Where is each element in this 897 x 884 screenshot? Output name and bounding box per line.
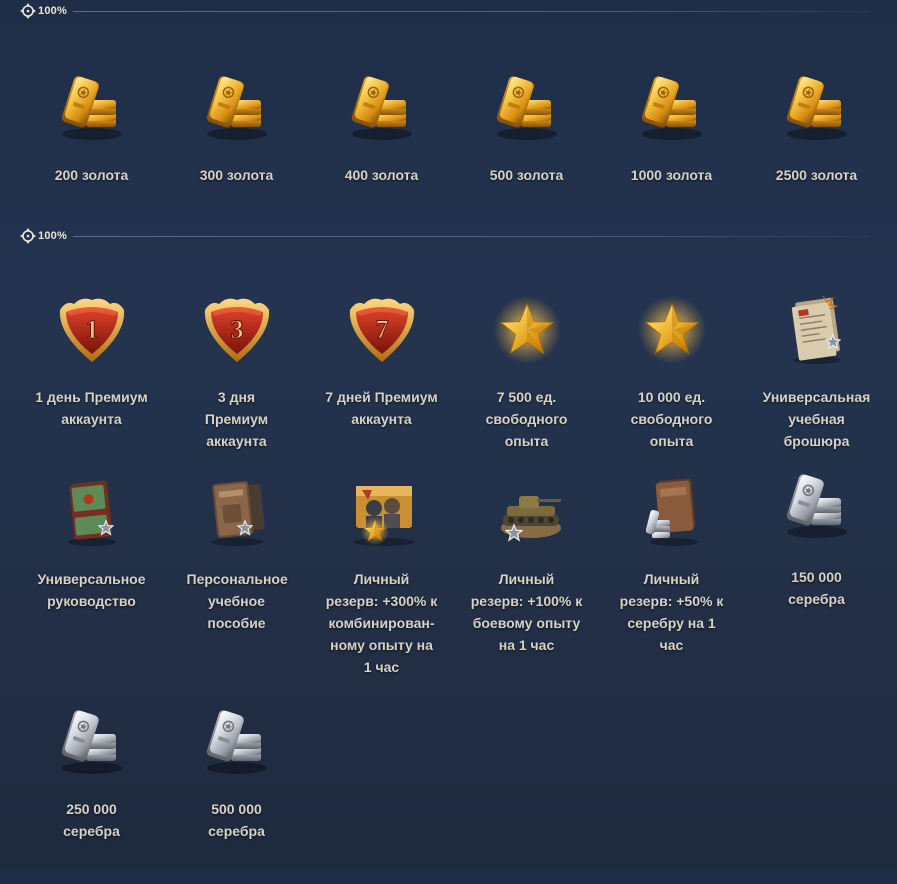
section-divider — [72, 235, 870, 237]
crosshair-icon — [20, 3, 36, 19]
crew-xp-reserve-icon — [342, 472, 422, 552]
reward-label: Персональное учебное пособие — [186, 571, 288, 631]
gold-bars-icon — [342, 68, 422, 148]
reward-item-free-xp-10000[interactable]: 10 000 ед. свободного опыта — [599, 290, 744, 472]
rewards-grid: 1 1 день Премиум аккаунта 3 3 дня Премиу… — [19, 290, 889, 884]
section-header-gold: 100% — [20, 3, 870, 19]
training-guide-icon — [52, 472, 132, 552]
reward-label: 1000 золота — [630, 167, 713, 183]
section-percent: 100% — [38, 5, 67, 17]
gold-bars-icon — [197, 68, 277, 148]
credits-reserve-icon — [632, 472, 712, 552]
section-header-rewards: 100% — [20, 228, 870, 244]
reward-item-battle-xp-reserve[interactable]: Личный резерв: +100% к боевому опыту на … — [454, 472, 599, 702]
reward-label: 10 000 ед. свободного опыта — [630, 389, 713, 449]
reward-item-premium-7-days[interactable]: 7 7 дней Премиум аккаунта — [309, 290, 454, 472]
reward-label: 3 дня Премиум аккаунта — [204, 389, 269, 449]
reward-label: Личный резерв: +50% к серебру на 1 час — [619, 571, 724, 653]
reward-item-gold-500[interactable]: 500 золота — [454, 68, 599, 186]
free-xp-star-icon — [487, 290, 567, 370]
reward-label: 7 дней Премиум аккаунта — [325, 389, 438, 427]
reward-item-gold-1000[interactable]: 1000 золота — [599, 68, 744, 186]
training-brochure-icon — [777, 290, 857, 370]
silver-bars-icon — [52, 702, 132, 782]
reward-label: 1 день Премиум аккаунта — [35, 389, 148, 427]
gold-bars-icon — [487, 68, 567, 148]
reward-item-training-brochure[interactable]: Универсальная учебная брошюра — [744, 290, 889, 472]
crosshair-icon — [20, 228, 36, 244]
section-divider — [72, 10, 870, 12]
reward-item-premium-1-day[interactable]: 1 1 день Премиум аккаунта — [19, 290, 164, 472]
reward-label: 2500 золота — [775, 167, 858, 183]
reward-label: Универсальная учебная брошюра — [762, 389, 871, 449]
reward-item-silver-250000[interactable]: 250 000 серебра — [19, 702, 164, 884]
reward-label: 400 золота — [344, 167, 419, 183]
reward-item-gold-2500[interactable]: 2500 золота — [744, 68, 889, 186]
gold-bars-icon — [777, 68, 857, 148]
premium-days-badge: 7 — [375, 315, 388, 344]
reward-label: 300 золота — [199, 167, 274, 183]
reward-item-silver-150000[interactable]: 150 000 серебра — [744, 472, 889, 702]
gold-bars-icon — [52, 68, 132, 148]
premium-shield-icon: 7 — [342, 290, 422, 370]
reward-label: 150 000 серебра — [788, 569, 845, 607]
gold-rewards-grid: 200 золота 300 золота 400 золота 500 зол… — [19, 68, 889, 186]
reward-item-free-xp-7500[interactable]: 7 500 ед. свободного опыта — [454, 290, 599, 472]
reward-label: 500 000 серебра — [208, 801, 265, 839]
reward-label: 200 золота — [54, 167, 129, 183]
reward-label: 500 золота — [489, 167, 564, 183]
reward-label: 7 500 ед. свободного опыта — [485, 389, 568, 449]
premium-days-badge: 3 — [230, 315, 243, 344]
free-xp-star-icon — [632, 290, 712, 370]
premium-days-badge: 1 — [85, 315, 98, 344]
silver-bars-icon — [197, 702, 277, 782]
reward-item-silver-500000[interactable]: 500 000 серебра — [164, 702, 309, 884]
reward-label: Универсальное руководство — [37, 571, 146, 609]
reward-item-training-guide[interactable]: Универсальное руководство — [19, 472, 164, 702]
battle-xp-reserve-tank-icon — [487, 472, 567, 541]
reward-item-credits-reserve[interactable]: Личный резерв: +50% к серебру на 1 час — [599, 472, 744, 702]
gold-bars-icon — [632, 68, 712, 148]
personal-training-manual-icon — [197, 472, 277, 552]
reward-item-gold-400[interactable]: 400 золота — [309, 68, 454, 186]
reward-item-gold-200[interactable]: 200 золота — [19, 68, 164, 186]
silver-bars-icon — [777, 466, 857, 546]
reward-label: Личный резерв: +300% к комбинирован-ному… — [325, 571, 438, 675]
reward-item-personal-manual[interactable]: Персональное учебное пособие — [164, 472, 309, 702]
reward-label: Личный резерв: +100% к боевому опыту на … — [470, 571, 583, 653]
reward-label: 250 000 серебра — [63, 801, 120, 839]
reward-item-crew-xp-reserve[interactable]: Личный резерв: +300% к комбинирован-ному… — [309, 472, 454, 702]
section-percent: 100% — [38, 230, 67, 242]
reward-item-gold-300[interactable]: 300 золота — [164, 68, 309, 186]
premium-shield-icon: 1 — [52, 290, 132, 370]
reward-item-premium-3-days[interactable]: 3 3 дня Премиум аккаунта — [164, 290, 309, 472]
premium-shield-icon: 3 — [197, 290, 277, 370]
